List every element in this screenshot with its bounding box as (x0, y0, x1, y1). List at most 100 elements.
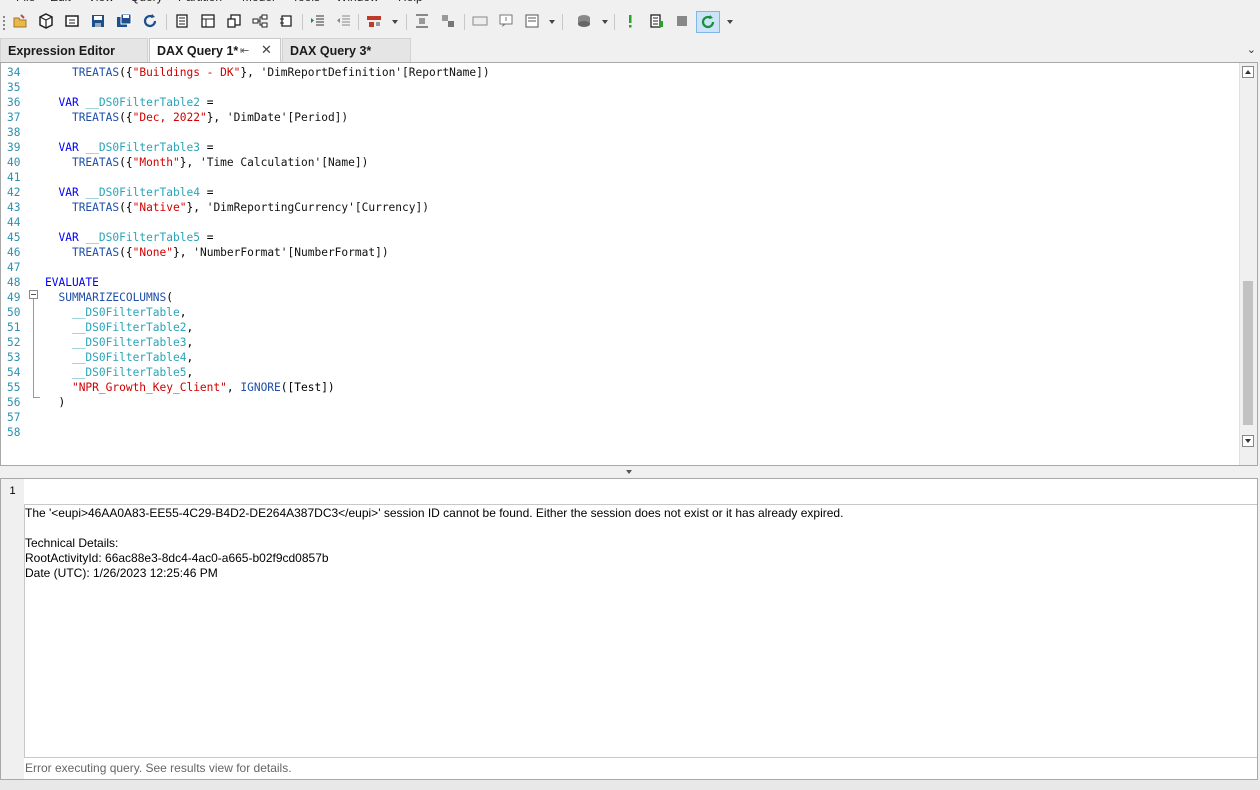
code-line[interactable]: VAR __DS0FilterTable5 = (45, 230, 213, 245)
stop-icon[interactable] (674, 13, 690, 29)
dax-query-editor[interactable]: 34 TREATAS({"Buildings - DK"}, 'DimRepor… (0, 62, 1258, 466)
outdent-icon[interactable] (336, 13, 352, 29)
menu-item-window[interactable]: Window (336, 0, 379, 4)
window-icon[interactable] (472, 13, 488, 29)
line-number: 34 (7, 66, 21, 79)
menu-item-file[interactable]: File (16, 0, 35, 4)
menu-item-help[interactable]: Help (398, 0, 423, 4)
line-number: 38 (7, 126, 21, 139)
code-line[interactable]: EVALUATE (45, 275, 99, 290)
cube-small-icon[interactable] (576, 13, 592, 29)
close-icon[interactable]: ✕ (261, 38, 272, 62)
bottom-bar (0, 780, 1260, 790)
refresh-icon[interactable] (142, 13, 158, 29)
code-token-kw: VAR (58, 186, 79, 199)
select-icon[interactable] (524, 13, 540, 29)
code-line[interactable]: __DS0FilterTable5, (45, 365, 193, 380)
scroll-up-icon[interactable] (1242, 66, 1254, 78)
tab-dax-query-3[interactable]: DAX Query 3* (282, 38, 411, 62)
comment-icon[interactable] (498, 13, 514, 29)
menu-item-model[interactable]: Model (242, 0, 275, 4)
save-all-icon[interactable] (116, 13, 132, 29)
model-dropdown-arrow[interactable] (392, 20, 398, 24)
technical-details-heading: Technical Details: (25, 536, 119, 550)
splitter-arrow-icon[interactable] (626, 470, 632, 474)
fold-toggle-icon[interactable] (29, 290, 38, 299)
code-line[interactable]: SUMMARIZECOLUMNS( (45, 290, 173, 305)
indent-icon[interactable] (310, 13, 326, 29)
open-icon[interactable] (12, 13, 28, 29)
cube-tools-icon[interactable] (64, 13, 80, 29)
relationship-icon[interactable] (278, 13, 294, 29)
tab-dax-query-1[interactable]: DAX Query 1* ⇤ ✕ (149, 38, 281, 62)
code-line[interactable]: TREATAS({"Native"}, 'DimReportingCurrenc… (45, 200, 429, 215)
tab-expression-editor[interactable]: Expression Editor (0, 38, 148, 62)
copy-icon[interactable] (226, 13, 242, 29)
save-icon[interactable] (90, 13, 106, 29)
code-token-plain: , (226, 381, 241, 394)
code-line[interactable]: ) (45, 395, 65, 410)
menu-item-tools[interactable]: Tools (292, 0, 320, 4)
menu-item-edit[interactable]: Edit (50, 0, 71, 4)
menu-item-partition[interactable]: Partition (178, 0, 222, 4)
code-token-str: "None" (132, 246, 174, 259)
toolbar-grip[interactable] (3, 16, 5, 30)
code-token-plain: }, (206, 111, 227, 124)
code-line[interactable]: __DS0FilterTable3, (45, 335, 193, 350)
code-token-plain: = (199, 96, 214, 109)
menu-item-query[interactable]: Query (130, 0, 163, 4)
code-line[interactable]: VAR __DS0FilterTable3 = (45, 140, 213, 155)
code-token-str: "Buildings - DK" (132, 66, 241, 79)
results-pane: 1 The '<eupi>46AA0A83-EE55-4C29-B4D2-DE2… (0, 478, 1258, 780)
select-dropdown-arrow[interactable] (549, 20, 555, 24)
line-number: 57 (7, 411, 21, 424)
code-token-plain: , (186, 321, 194, 334)
code-token-var: __DS0FilterTable2 (85, 96, 200, 109)
code-token-var: __DS0FilterTable5 (71, 366, 187, 379)
code-line[interactable]: VAR __DS0FilterTable4 = (45, 185, 213, 200)
cube-icon[interactable] (38, 13, 54, 29)
document-icon[interactable] (174, 13, 190, 29)
code-token-plain: , (186, 366, 194, 379)
table-icon[interactable] (200, 13, 216, 29)
code-line[interactable]: TREATAS({"None"}, 'NumberFormat'[NumberF… (45, 245, 389, 260)
pane-splitter[interactable] (0, 466, 1260, 478)
code-line[interactable]: __DS0FilterTable2, (45, 320, 193, 335)
scrollbar-thumb[interactable] (1243, 281, 1253, 425)
code-token-tbl: 'DimDate'[Period]) (226, 111, 349, 124)
line-number: 53 (7, 351, 21, 364)
cube-dropdown-arrow[interactable] (602, 20, 608, 24)
menu-item-view[interactable]: View (88, 0, 114, 4)
results-icon[interactable] (648, 13, 664, 29)
pin-icon[interactable]: ⇤ (240, 39, 249, 63)
hierarchy-icon[interactable] (252, 13, 268, 29)
code-line[interactable]: __DS0FilterTable4, (45, 350, 193, 365)
refresh-dropdown-arrow[interactable] (727, 20, 733, 24)
line-number: 46 (7, 246, 21, 259)
line-number: 54 (7, 366, 21, 379)
toolbar (0, 8, 1260, 38)
editor-vertical-scrollbar[interactable] (1239, 63, 1257, 465)
code-line[interactable]: VAR __DS0FilterTable2 = (45, 95, 213, 110)
deploy-icon[interactable] (440, 13, 456, 29)
code-token-var: __DS0FilterTable3 (85, 141, 200, 154)
code-line[interactable]: TREATAS({"Dec, 2022"}, 'DimDate'[Period]… (45, 110, 348, 125)
code-line[interactable]: "NPR_Growth_Key_Client", IGNORE([Test]) (45, 380, 335, 395)
refresh-query-button[interactable] (696, 11, 720, 33)
align-icon[interactable] (414, 13, 430, 29)
code-line[interactable]: TREATAS({"Month"}, 'Time Calculation'[Na… (45, 155, 368, 170)
line-number: 56 (7, 396, 21, 409)
model-icon[interactable] (366, 13, 382, 29)
run-icon[interactable] (622, 13, 638, 29)
line-number: 36 (7, 96, 21, 109)
tab-label: DAX Query 1* (157, 44, 239, 58)
code-token-plain: }, (240, 66, 261, 79)
code-line[interactable]: TREATAS({"Buildings - DK"}, 'DimReportDe… (45, 65, 490, 80)
tab-overflow-chevron-icon[interactable]: ⌄ (1247, 38, 1256, 62)
code-line[interactable]: __DS0FilterTable, (45, 305, 187, 320)
code-token-plain: ({ (119, 66, 133, 79)
scroll-down-icon[interactable] (1242, 435, 1254, 447)
